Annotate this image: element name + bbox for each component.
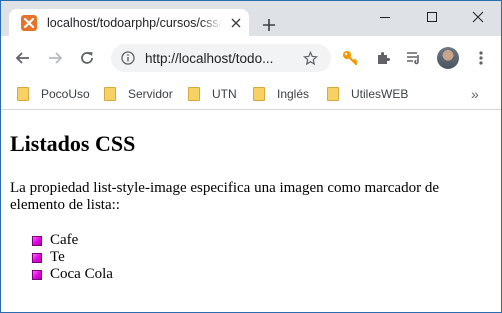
folder-icon [17,87,29,101]
description-paragraph: La propiedad list-style-image especifica… [10,180,439,213]
list-item-label: Coca Cola [50,266,113,282]
folder-icon [188,87,200,101]
reading-list-icon[interactable] [404,48,424,68]
list-marker-icon [32,235,42,246]
info-icon[interactable] [120,50,136,66]
tab-strip: localhost/todoarphp/cursos/css/d [1,1,501,36]
list-marker-icon [32,269,42,280]
new-tab-icon[interactable] [259,15,279,35]
page-title: Listados CSS [10,131,136,156]
tab-title: localhost/todoarphp/cursos/css/d [47,15,222,30]
minimize-icon[interactable] [362,1,408,33]
bookmark-utn[interactable]: UTN [188,86,237,102]
bookmark-pocouso[interactable]: PocoUso [17,86,90,102]
list-marker-icon [32,252,42,263]
extensions-puzzle-icon[interactable] [373,48,393,68]
list-item-label: Cafe [50,232,79,248]
bookmarks-overflow-icon[interactable]: » [471,86,479,102]
page-content: Listados CSS La propiedad list-style-ima… [1,110,501,312]
bookmark-servidor[interactable]: Servidor [104,86,173,102]
bookmark-label: Servidor [128,87,173,101]
styled-list: Cafe Te Coca Cola [32,232,113,283]
reload-icon[interactable] [75,46,99,70]
close-tab-icon[interactable] [228,15,244,31]
folder-icon [104,87,116,101]
bookmark-star-icon[interactable] [302,50,318,66]
folder-icon [327,87,339,101]
xampp-favicon-icon [21,14,37,31]
more-menu-icon[interactable] [471,48,491,68]
bookmarks-bar: PocoUso Servidor UTN Inglés UtilesWEB » [1,79,501,110]
bookmark-ingles[interactable]: Inglés [253,86,309,102]
back-arrow-icon[interactable] [11,46,35,70]
url-text[interactable]: http://localhost/todo... [145,51,290,66]
folder-icon [253,87,265,101]
toolbar: http://localhost/todo... [1,36,501,79]
key-icon[interactable] [340,48,360,68]
profile-avatar[interactable] [437,47,459,69]
list-item: Te [32,249,113,266]
bookmark-utilesweb[interactable]: UtilesWEB [327,86,408,102]
bookmark-label: UtilesWEB [351,87,409,101]
window-close-icon[interactable] [455,1,501,33]
maximize-icon[interactable] [409,1,455,33]
bookmark-label: UTN [212,87,237,101]
list-item: Cafe [32,232,113,249]
list-item: Coca Cola [32,266,113,283]
forward-arrow-icon[interactable] [43,46,67,70]
bookmark-label: Inglés [277,87,310,101]
browser-window: localhost/todoarphp/cursos/css/d http://… [0,0,502,313]
list-item-label: Te [50,249,65,265]
active-tab[interactable]: localhost/todoarphp/cursos/css/d [9,9,249,36]
address-bar[interactable]: http://localhost/todo... [111,44,331,72]
bookmark-label: PocoUso [41,87,90,101]
